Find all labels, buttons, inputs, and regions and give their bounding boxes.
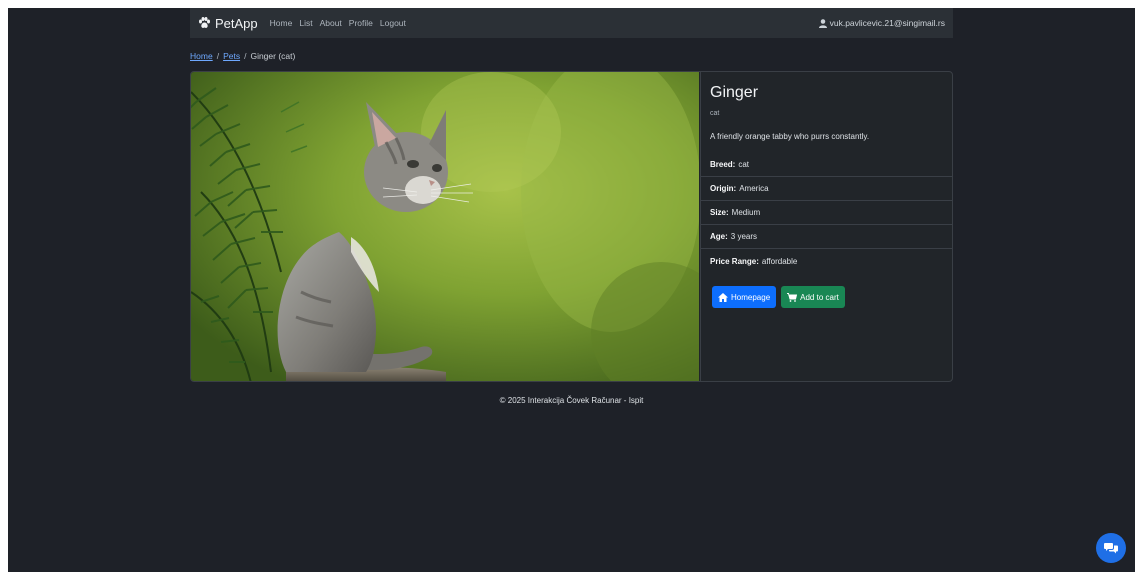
homepage-label: Homepage [731, 292, 771, 302]
breadcrumb-pets[interactable]: Pets [223, 51, 240, 61]
breadcrumb-home[interactable]: Home [190, 51, 213, 61]
pet-type: cat [710, 110, 720, 117]
add-to-cart-button[interactable]: Add to cart [781, 286, 845, 308]
breadcrumb: Home / Pets / Ginger (cat) [190, 51, 295, 61]
chat-button[interactable] [1096, 533, 1126, 563]
top-navbar: PetApp Home List About Profile Logout vu… [190, 8, 953, 38]
breadcrumb-current: Ginger (cat) [250, 51, 296, 61]
attr-value: Medium [731, 208, 761, 217]
nav-about[interactable]: About [320, 18, 342, 28]
user-account[interactable]: vuk.pavlicevic.21@singimail.rs [818, 18, 945, 28]
action-buttons: Homepage Add to cart [712, 286, 845, 308]
add-to-cart-label: Add to cart [800, 292, 839, 302]
pet-name: Ginger [710, 84, 759, 101]
attr-breed: Breed: cat [701, 153, 952, 177]
attr-label: Size: [710, 208, 729, 217]
nav-list[interactable]: List [299, 18, 312, 28]
attr-size: Size: Medium [701, 201, 952, 225]
brand-link[interactable]: PetApp [198, 16, 258, 31]
breadcrumb-separator: / [244, 51, 247, 61]
attr-value: America [739, 184, 769, 193]
breadcrumb-separator: / [216, 51, 220, 61]
attr-value: affordable [761, 256, 798, 266]
attr-label: Age: [710, 232, 728, 241]
page-footer: © 2025 Interakcija Čovek Računar - Ispit [499, 396, 644, 405]
attr-label: Breed: [710, 160, 736, 169]
attr-label: Origin: [710, 184, 737, 193]
page-viewport: PetApp Home List About Profile Logout vu… [8, 8, 1135, 572]
home-icon [718, 292, 728, 302]
pet-photo [191, 72, 699, 381]
paw-icon [199, 17, 210, 28]
attr-value: cat [738, 160, 750, 169]
pet-attributes-list: Breed: cat Origin: America Size: Medium … [701, 153, 952, 273]
nav-logout[interactable]: Logout [380, 18, 406, 28]
pet-detail-card: Ginger cat A friendly orange tabby who p… [190, 71, 953, 382]
attr-value: 3 years [730, 232, 758, 241]
user-icon [818, 18, 827, 28]
attr-price-range: Price Range: affordable [701, 249, 952, 273]
pet-description: A friendly orange tabby who purrs consta… [710, 132, 870, 141]
user-email: vuk.pavlicevic.21@singimail.rs [829, 18, 945, 28]
nav-profile[interactable]: Profile [349, 18, 373, 28]
brand-name: PetApp [215, 15, 258, 31]
homepage-button[interactable]: Homepage [712, 286, 777, 308]
pet-info-panel: Ginger cat A friendly orange tabby who p… [700, 72, 952, 381]
attr-age: Age: 3 years [701, 225, 952, 249]
kitten-image [191, 72, 699, 381]
chat-icon [1104, 543, 1118, 554]
nav-home[interactable]: Home [270, 18, 293, 28]
attr-origin: Origin: America [701, 177, 952, 201]
attr-label: Price Range: [710, 256, 759, 266]
cart-icon [787, 292, 798, 302]
